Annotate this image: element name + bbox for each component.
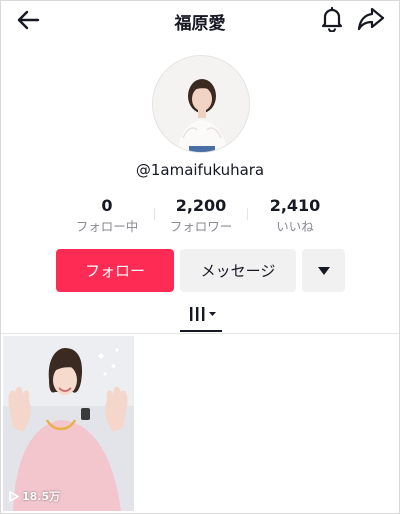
share-arrow-icon[interactable] [357, 6, 385, 32]
stat-following[interactable]: 0 フォロー中 [57, 196, 157, 238]
video-grid-icon [190, 307, 216, 321]
more-options-button[interactable] [302, 249, 345, 292]
message-button[interactable]: メッセージ [180, 249, 296, 292]
stats-row: 0 フォロー中 2,200 フォロワー 2,410 いいね [1, 196, 399, 240]
followers-count: 2,200 [175, 196, 227, 215]
stat-followers[interactable]: 2,200 フォロワー [151, 196, 251, 238]
following-label: フォロー中 [75, 219, 139, 234]
avatar[interactable] [152, 55, 250, 153]
caret-down-icon [317, 266, 330, 275]
profile-handle: @1amaifukuhara [135, 161, 265, 179]
video-thumbnail[interactable]: 18.5万 [3, 336, 134, 511]
play-icon [9, 490, 19, 502]
view-count-text: 18.5万 [22, 490, 61, 503]
tab-active-indicator [180, 330, 222, 332]
view-count: 18.5万 [9, 488, 60, 504]
top-bar: 福原愛 [1, 1, 399, 39]
likes-count: 2,410 [269, 196, 321, 215]
tabs-divider [1, 333, 399, 334]
bell-icon[interactable] [319, 6, 345, 33]
followers-label: フォロワー [169, 219, 233, 234]
video-thumbnail-image [3, 336, 134, 511]
tab-videos[interactable] [180, 301, 222, 333]
following-count: 0 [101, 196, 113, 215]
likes-label: いいね [276, 219, 314, 234]
follow-button[interactable]: フォロー [56, 249, 174, 292]
stat-likes: 2,410 いいね [245, 196, 345, 238]
